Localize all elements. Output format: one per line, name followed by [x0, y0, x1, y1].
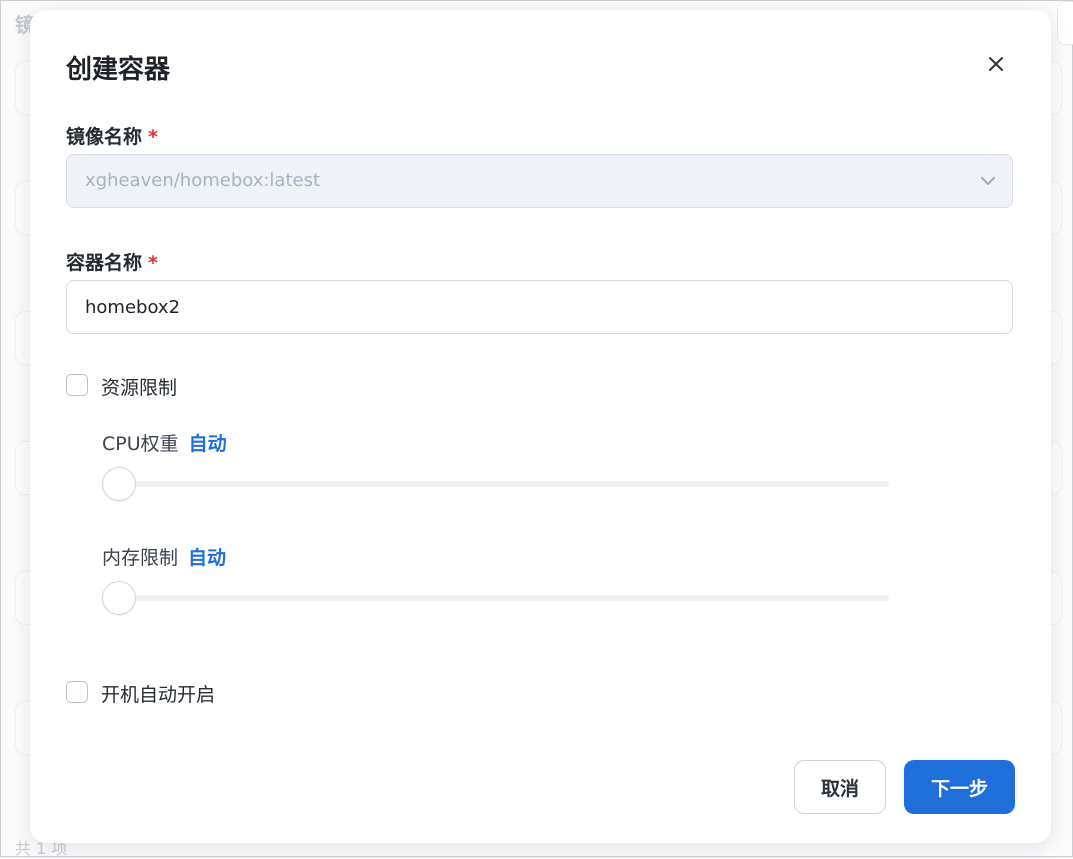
create-container-dialog: 创建容器 镜像名称 * xgheaven/homebox:latest 容器名称 *… [30, 10, 1051, 843]
image-name-label-text: 镜像名称 [66, 126, 143, 148]
dialog-title: 创建容器 [66, 55, 171, 85]
memory-limit-slider-track[interactable] [102, 595, 889, 601]
background-top-button [1057, 1, 1073, 45]
image-name-value: xgheaven/homebox:latest [85, 170, 321, 191]
resource-limit-checkbox[interactable] [66, 374, 88, 396]
resource-limit-label: 资源限制 [101, 377, 178, 399]
close-icon [989, 57, 1003, 71]
memory-limit-slider-handle[interactable] [102, 581, 136, 615]
memory-limit-value: 自动 [188, 547, 227, 569]
chevron-down-icon [981, 177, 995, 185]
required-mark: * [148, 126, 158, 148]
memory-limit-label: 内存限制 自动 [102, 543, 226, 570]
cpu-weight-value: 自动 [188, 433, 227, 455]
container-name-label-text: 容器名称 [66, 252, 143, 274]
container-name-input[interactable] [66, 280, 1013, 334]
cpu-weight-slider-handle[interactable] [102, 467, 136, 501]
close-button[interactable] [984, 52, 1008, 76]
container-name-label: 容器名称 * [66, 248, 158, 275]
memory-limit-label-text: 内存限制 [102, 547, 179, 569]
next-step-button[interactable]: 下一步 [904, 760, 1015, 814]
autostart-label: 开机自动开启 [101, 684, 216, 706]
cpu-weight-label: CPU权重 自动 [102, 429, 227, 456]
autostart-checkbox[interactable] [66, 681, 88, 703]
cpu-weight-slider-track[interactable] [102, 481, 889, 487]
cancel-button[interactable]: 取消 [794, 760, 886, 814]
image-name-label: 镜像名称 * [66, 122, 158, 149]
image-name-select[interactable]: xgheaven/homebox:latest [66, 154, 1013, 208]
cpu-weight-label-text: CPU权重 [102, 433, 179, 455]
required-mark: * [148, 252, 158, 274]
